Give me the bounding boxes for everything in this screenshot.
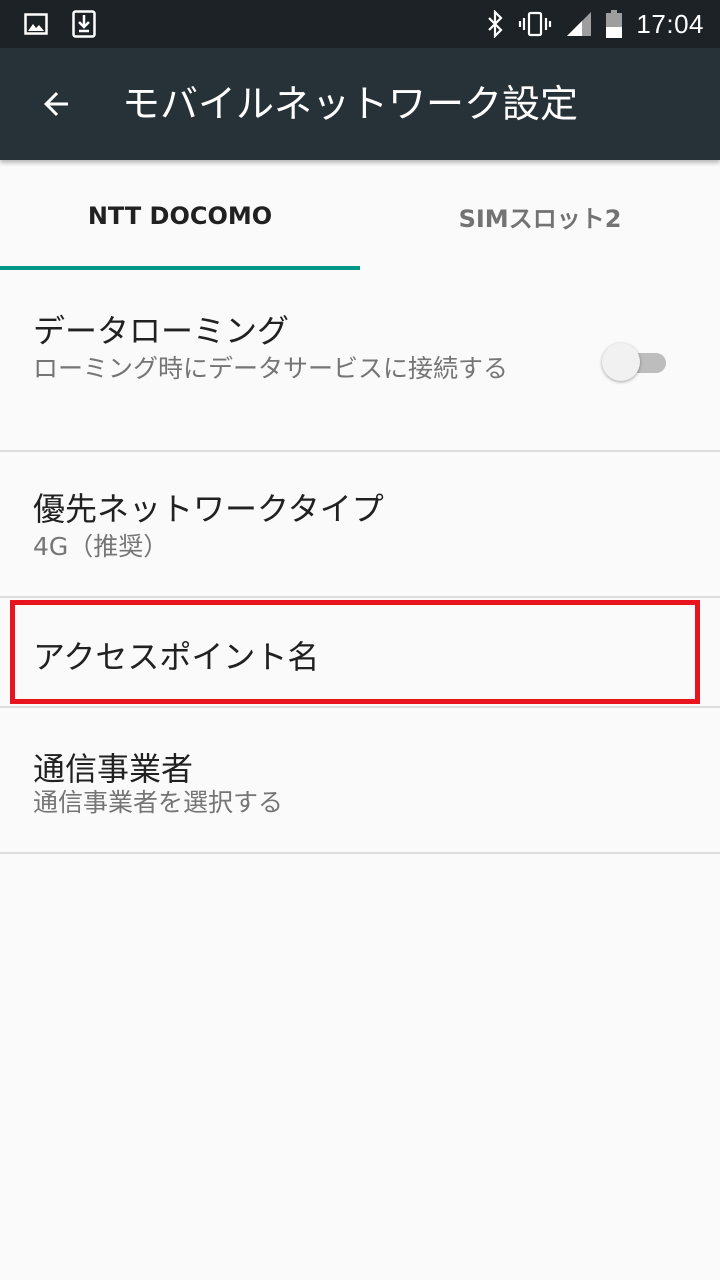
status-time: 17:04 [636, 8, 704, 39]
carrier-title: 通信事業者 [33, 750, 194, 788]
status-bar: 17:04 [0, 0, 720, 48]
access-point-names-title: アクセスポイント名 [33, 638, 320, 676]
tab-sim-slot-2[interactable]: SIMスロット2 [360, 160, 720, 272]
sim-tabs: NTT DOCOMO SIMスロット2 [0, 160, 720, 272]
image-icon [24, 13, 48, 35]
arrow-back-icon [44, 92, 68, 116]
download-icon [72, 10, 96, 38]
carrier-preference[interactable]: 通信事業者 通信事業者を選択する [0, 708, 720, 854]
tab-label: SIMスロット2 [458, 204, 622, 233]
tab-label: NTT DOCOMO [87, 202, 273, 230]
switch-thumb [602, 343, 640, 381]
preferred-network-type-preference[interactable]: 優先ネットワークタイプ 4G（推奨） [0, 452, 720, 598]
status-bar-left [24, 8, 96, 40]
signal-icon [567, 12, 592, 36]
carrier-summary: 通信事業者を選択する [33, 788, 284, 817]
back-button[interactable] [28, 76, 84, 132]
battery-icon [606, 10, 623, 38]
vibrate-icon [519, 11, 552, 37]
tab-ntt-docomo[interactable]: NTT DOCOMO [0, 160, 360, 272]
bluetooth-icon [488, 10, 503, 38]
access-point-names-preference[interactable]: アクセスポイント名 [0, 598, 720, 708]
status-bar-right: 17:04 [486, 8, 704, 40]
app-bar: モバイルネットワーク設定 [0, 48, 720, 160]
tab-indicator [0, 266, 360, 270]
page-title: モバイルネットワーク設定 [122, 82, 579, 126]
preferred-network-title: 優先ネットワークタイプ [33, 490, 384, 528]
data-roaming-switch[interactable] [602, 342, 668, 382]
data-roaming-summary: ローミング時にデータサービスに接続する [33, 354, 509, 383]
preferred-network-summary: 4G（推奨） [33, 532, 169, 561]
data-roaming-title: データローミング [33, 312, 290, 350]
data-roaming-preference[interactable]: データローミング ローミング時にデータサービスに接続する [0, 272, 720, 452]
